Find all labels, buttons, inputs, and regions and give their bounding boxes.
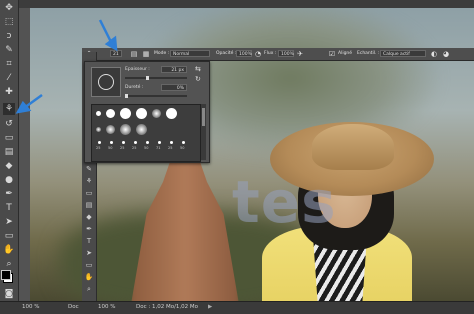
status-bar: 100 % Doc 100 % Doc : 1,02 Mo/1,02 Mo ▶ [0, 301, 474, 314]
status-arrow-icon[interactable]: ▶ [208, 304, 212, 310]
doc-info: Doc : 1,02 Mo/1,02 Mo [136, 304, 199, 310]
annotation-arrow-options [98, 19, 113, 43]
zoom-left[interactable]: 100 % [22, 304, 39, 310]
arrow-head-icon [104, 35, 118, 52]
annotation-arrows [15, 19, 118, 114]
doc-left: Doc [68, 304, 79, 310]
zoom-right[interactable]: 100 % [98, 304, 115, 310]
